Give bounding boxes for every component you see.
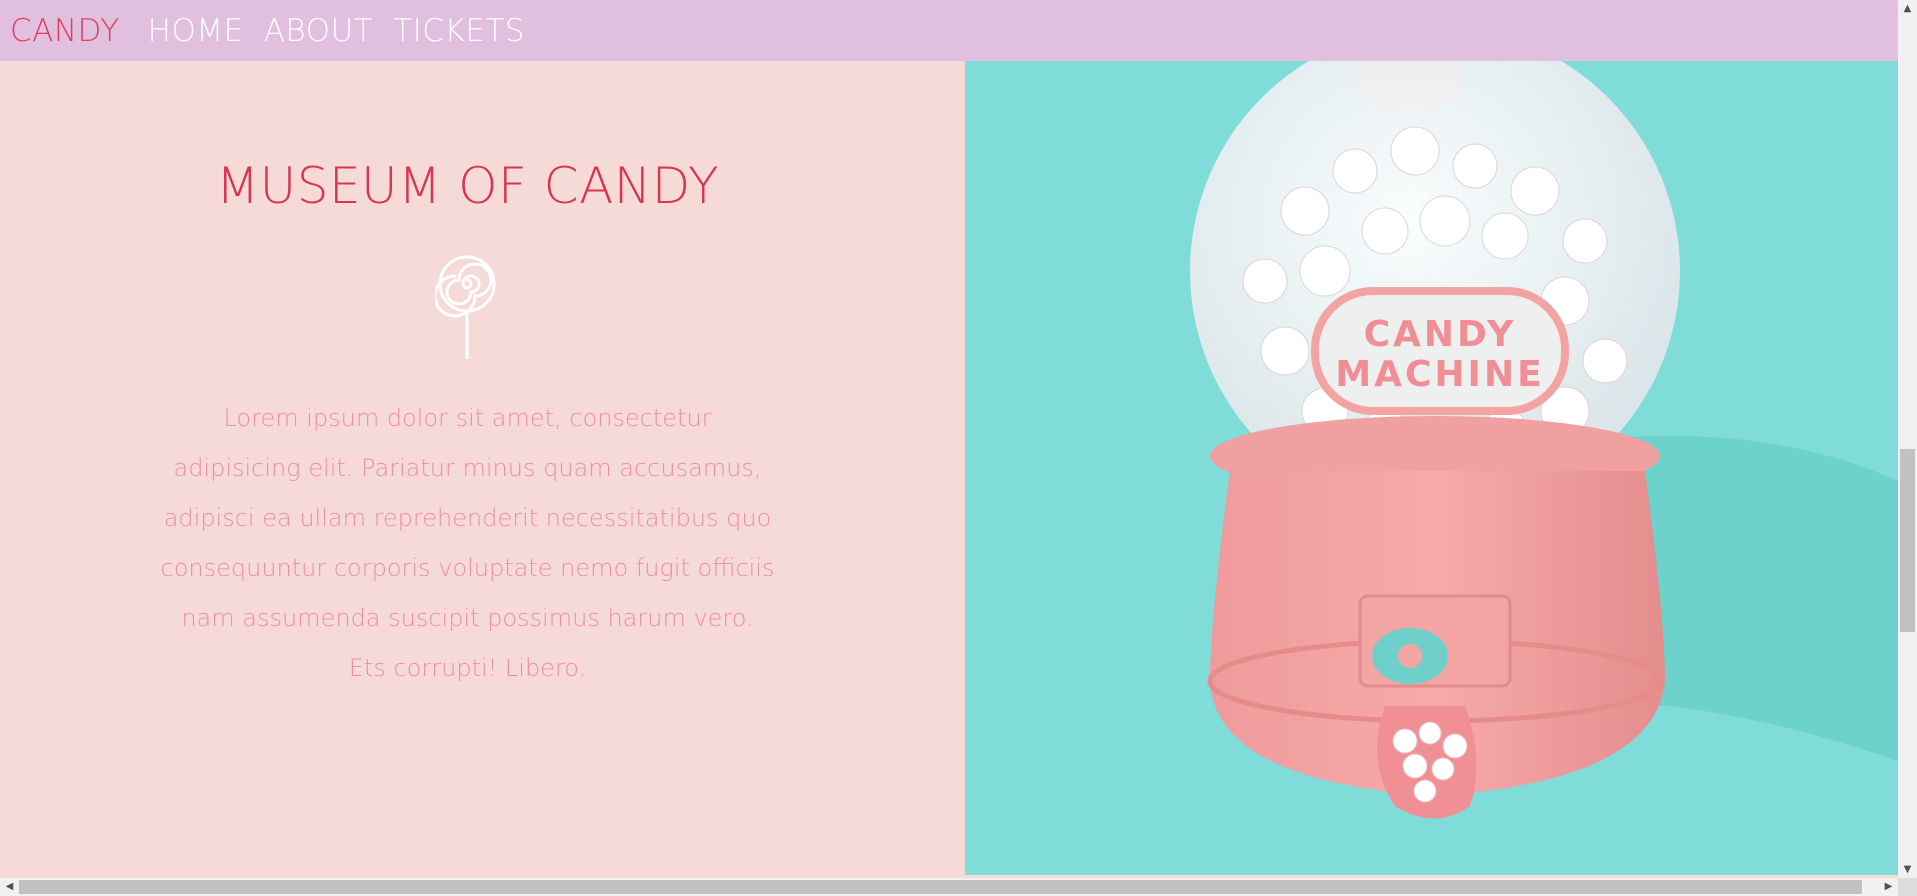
nav-link-home[interactable]: HOME (148, 13, 244, 49)
horizontal-scroll-thumb[interactable] (19, 880, 1862, 894)
intro-paragraph: Lorem ipsum dolor sit amet, consectetur … (160, 404, 775, 682)
scrollbar-corner (1898, 878, 1917, 896)
candy-machine-photo: CANDY MACHINE (965, 61, 1898, 875)
machine-label-line2: MACHINE (1335, 354, 1544, 395)
horizontal-scrollbar[interactable]: ◀ ▶ (0, 878, 1898, 896)
brand-logo[interactable]: CANDY (10, 13, 120, 49)
lollipop-icon (435, 255, 496, 359)
scroll-up-arrow-icon[interactable]: ▲ (1898, 0, 1917, 17)
vertical-scroll-thumb[interactable] (1900, 449, 1915, 632)
scroll-left-arrow-icon[interactable]: ◀ (0, 878, 19, 896)
nav-link-tickets[interactable]: TICKETS (393, 13, 525, 49)
navbar: CANDY HOME ABOUT TICKETS (0, 0, 1898, 61)
machine-label-line1: CANDY (1364, 314, 1517, 355)
scroll-right-arrow-icon[interactable]: ▶ (1879, 878, 1898, 896)
candy-machine-illustration: CANDY MACHINE (965, 61, 1898, 875)
scroll-down-arrow-icon[interactable]: ▼ (1898, 861, 1917, 878)
hero-text-panel: MUSEUM OF CANDY Lorem ipsum dolor sit am… (0, 61, 965, 875)
page-title: MUSEUM OF CANDY (215, 157, 720, 215)
vertical-scrollbar[interactable]: ▲ ▼ (1898, 0, 1917, 878)
nav-link-about[interactable]: ABOUT (264, 13, 374, 49)
